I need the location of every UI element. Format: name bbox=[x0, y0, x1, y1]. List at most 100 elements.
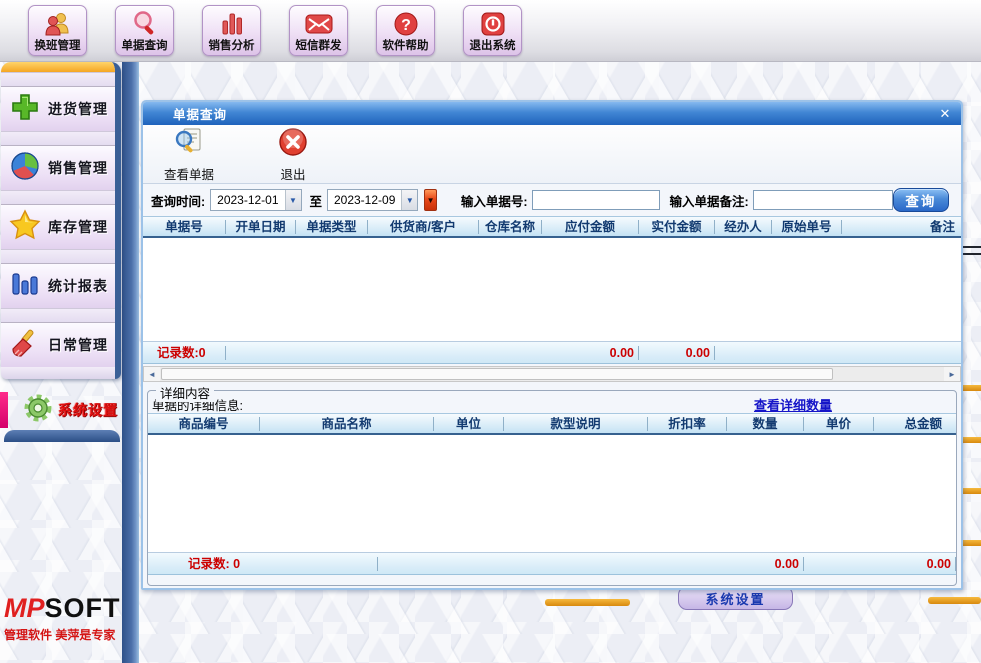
query-button[interactable]: 查询 bbox=[893, 188, 949, 212]
logo-soft-text: SOFT bbox=[45, 593, 121, 623]
logo-mp-text: MP bbox=[4, 593, 45, 623]
payable-total: 0.00 bbox=[542, 346, 639, 360]
sidebar-divider bbox=[1, 249, 115, 264]
doc-no-label: 输入单据号: bbox=[461, 191, 528, 210]
close-icon[interactable]: ✕ bbox=[937, 106, 953, 122]
sidebar-item-label: 库存管理 bbox=[48, 217, 108, 237]
sidebar-item-daily[interactable]: 日常管理 bbox=[1, 323, 115, 367]
column-header[interactable]: 备注 bbox=[842, 220, 961, 234]
sidebar-divider bbox=[1, 190, 115, 205]
chevron-down-icon[interactable]: ▼ bbox=[285, 190, 301, 210]
pie-chart-icon bbox=[9, 150, 41, 187]
scrollbar-thumb[interactable] bbox=[161, 368, 833, 380]
paid-total: 0.00 bbox=[639, 346, 715, 360]
summary-spacer bbox=[378, 557, 727, 571]
chevron-down-icon[interactable]: ▼ bbox=[401, 190, 417, 210]
background-tab-marker bbox=[960, 385, 981, 391]
to-label: 至 bbox=[310, 191, 323, 210]
summary-spacer bbox=[226, 346, 542, 360]
column-header[interactable]: 单据号 bbox=[143, 220, 226, 234]
sidebar-item-sales[interactable]: 销售管理 bbox=[1, 146, 115, 190]
remark-input[interactable] bbox=[753, 190, 893, 210]
qty-total: 0.00 bbox=[727, 557, 804, 571]
sidebar-item-label: 系统设置 bbox=[58, 400, 118, 420]
logo-tagline: 管理软件 美萍是专家 bbox=[4, 626, 122, 643]
doc-no-input[interactable] bbox=[532, 190, 660, 210]
column-header[interactable]: 供货商/客户 bbox=[368, 220, 479, 234]
sidebar-divider bbox=[1, 131, 115, 146]
sidebar-item-inventory[interactable]: 库存管理 bbox=[1, 205, 115, 249]
column-header[interactable]: 应付金额 bbox=[542, 220, 639, 234]
scroll-left-icon[interactable]: ◄ bbox=[144, 367, 160, 381]
column-header[interactable]: 单据类型 bbox=[296, 220, 368, 234]
sidebar-accent-bar bbox=[1, 62, 115, 72]
sidebar-item-purchase[interactable]: 进货管理 bbox=[1, 87, 115, 131]
column-header[interactable]: 总金额 bbox=[874, 417, 956, 431]
view-doc-button[interactable]: 查看单据 bbox=[161, 126, 217, 183]
detail-group-label: 详细内容 bbox=[156, 383, 214, 402]
cancel-x-icon bbox=[277, 126, 309, 163]
scroll-right-icon[interactable]: ► bbox=[944, 367, 960, 381]
query-time-label: 查询时间: bbox=[151, 191, 205, 210]
background-accent-bar bbox=[928, 597, 981, 604]
plus-icon bbox=[9, 91, 41, 128]
record-count: 记录数:0 bbox=[143, 346, 226, 360]
column-header[interactable]: 数量 bbox=[727, 417, 804, 431]
doc-query-dialog: 单据查询 ✕ 查看单据 bbox=[141, 100, 963, 590]
star-icon bbox=[9, 209, 41, 246]
dialog-exit-button[interactable]: 退出 bbox=[265, 126, 321, 183]
column-header[interactable]: 折扣率 bbox=[648, 417, 727, 431]
background-settings-label: 系统设置 bbox=[705, 589, 765, 608]
column-header[interactable]: 开单日期 bbox=[226, 220, 296, 234]
dialog-title-bar[interactable]: 单据查询 ✕ bbox=[143, 102, 961, 125]
detail-table-body[interactable] bbox=[148, 435, 956, 553]
help-button[interactable]: ? 软件帮助 bbox=[376, 5, 435, 56]
sidebar-item-label: 销售管理 bbox=[48, 158, 108, 178]
sidebar: 进货管理 销售管理 库存管理 bbox=[0, 62, 122, 663]
search-icon bbox=[131, 9, 159, 39]
date-from-select[interactable]: 2023-12-01 ▼ bbox=[210, 189, 301, 211]
toolbar-button-label: 软件帮助 bbox=[383, 39, 429, 53]
detail-info-row: 单据的详细信息: 查看详细数量 bbox=[148, 391, 956, 413]
column-header[interactable]: 单位 bbox=[434, 417, 504, 431]
view-detail-qty-link[interactable]: 查看详细数量 bbox=[754, 395, 832, 414]
query-button-label: 查询 bbox=[905, 190, 936, 210]
sidebar-divider bbox=[1, 367, 115, 379]
amount-total: 0.00 bbox=[874, 557, 956, 571]
shift-management-button[interactable]: 换班管理 bbox=[28, 5, 87, 56]
sidebar-item-reports[interactable]: 统计报表 bbox=[1, 264, 115, 308]
sales-analysis-button[interactable]: 销售分析 bbox=[202, 5, 261, 56]
toolbar-button-label: 短信群发 bbox=[296, 39, 342, 53]
detail-info-label: 单据的详细信息: bbox=[152, 395, 754, 414]
date-to-value: 2023-12-09 bbox=[328, 193, 401, 207]
column-header[interactable]: 仓库名称 bbox=[479, 220, 542, 234]
toolbar-button-label: 销售分析 bbox=[209, 39, 255, 53]
column-header[interactable]: 商品编号 bbox=[148, 417, 260, 431]
column-header[interactable]: 款型说明 bbox=[504, 417, 648, 431]
orders-table-body[interactable] bbox=[143, 238, 961, 342]
sidebar-item-label: 进货管理 bbox=[48, 99, 108, 119]
gear-icon bbox=[22, 392, 54, 429]
exit-system-button[interactable]: 退出系统 bbox=[463, 5, 522, 56]
window-divider-strip bbox=[122, 62, 139, 663]
sidebar-item-settings[interactable]: 系统设置 bbox=[0, 392, 122, 428]
date-preset-dropdown-button[interactable]: ▼ bbox=[424, 189, 437, 211]
background-tab-marker bbox=[960, 437, 981, 443]
sms-broadcast-button[interactable]: 短信群发 bbox=[289, 5, 348, 56]
dialog-title: 单据查询 bbox=[173, 104, 937, 123]
column-header[interactable]: 商品名称 bbox=[260, 417, 434, 431]
column-header[interactable]: 原始单号 bbox=[772, 220, 842, 234]
sidebar-item-label: 日常管理 bbox=[48, 335, 108, 355]
orders-table-header: 单据号 开单日期 单据类型 供货商/客户 仓库名称 应付金额 实付金额 经办人 … bbox=[143, 216, 961, 238]
sms-envelope-icon bbox=[304, 9, 334, 39]
horizontal-scrollbar[interactable]: ◄ ► bbox=[143, 366, 961, 382]
power-icon bbox=[480, 9, 506, 39]
column-header[interactable]: 经办人 bbox=[715, 220, 772, 234]
column-header[interactable]: 实付金额 bbox=[639, 220, 715, 234]
doc-query-button[interactable]: 单据查询 bbox=[115, 5, 174, 56]
background-equals-marker bbox=[963, 246, 981, 255]
toolbar-button-label: 退出系统 bbox=[470, 39, 516, 53]
date-to-select[interactable]: 2023-12-09 ▼ bbox=[327, 189, 418, 211]
view-doc-label: 查看单据 bbox=[164, 164, 214, 183]
column-header[interactable]: 单价 bbox=[804, 417, 874, 431]
